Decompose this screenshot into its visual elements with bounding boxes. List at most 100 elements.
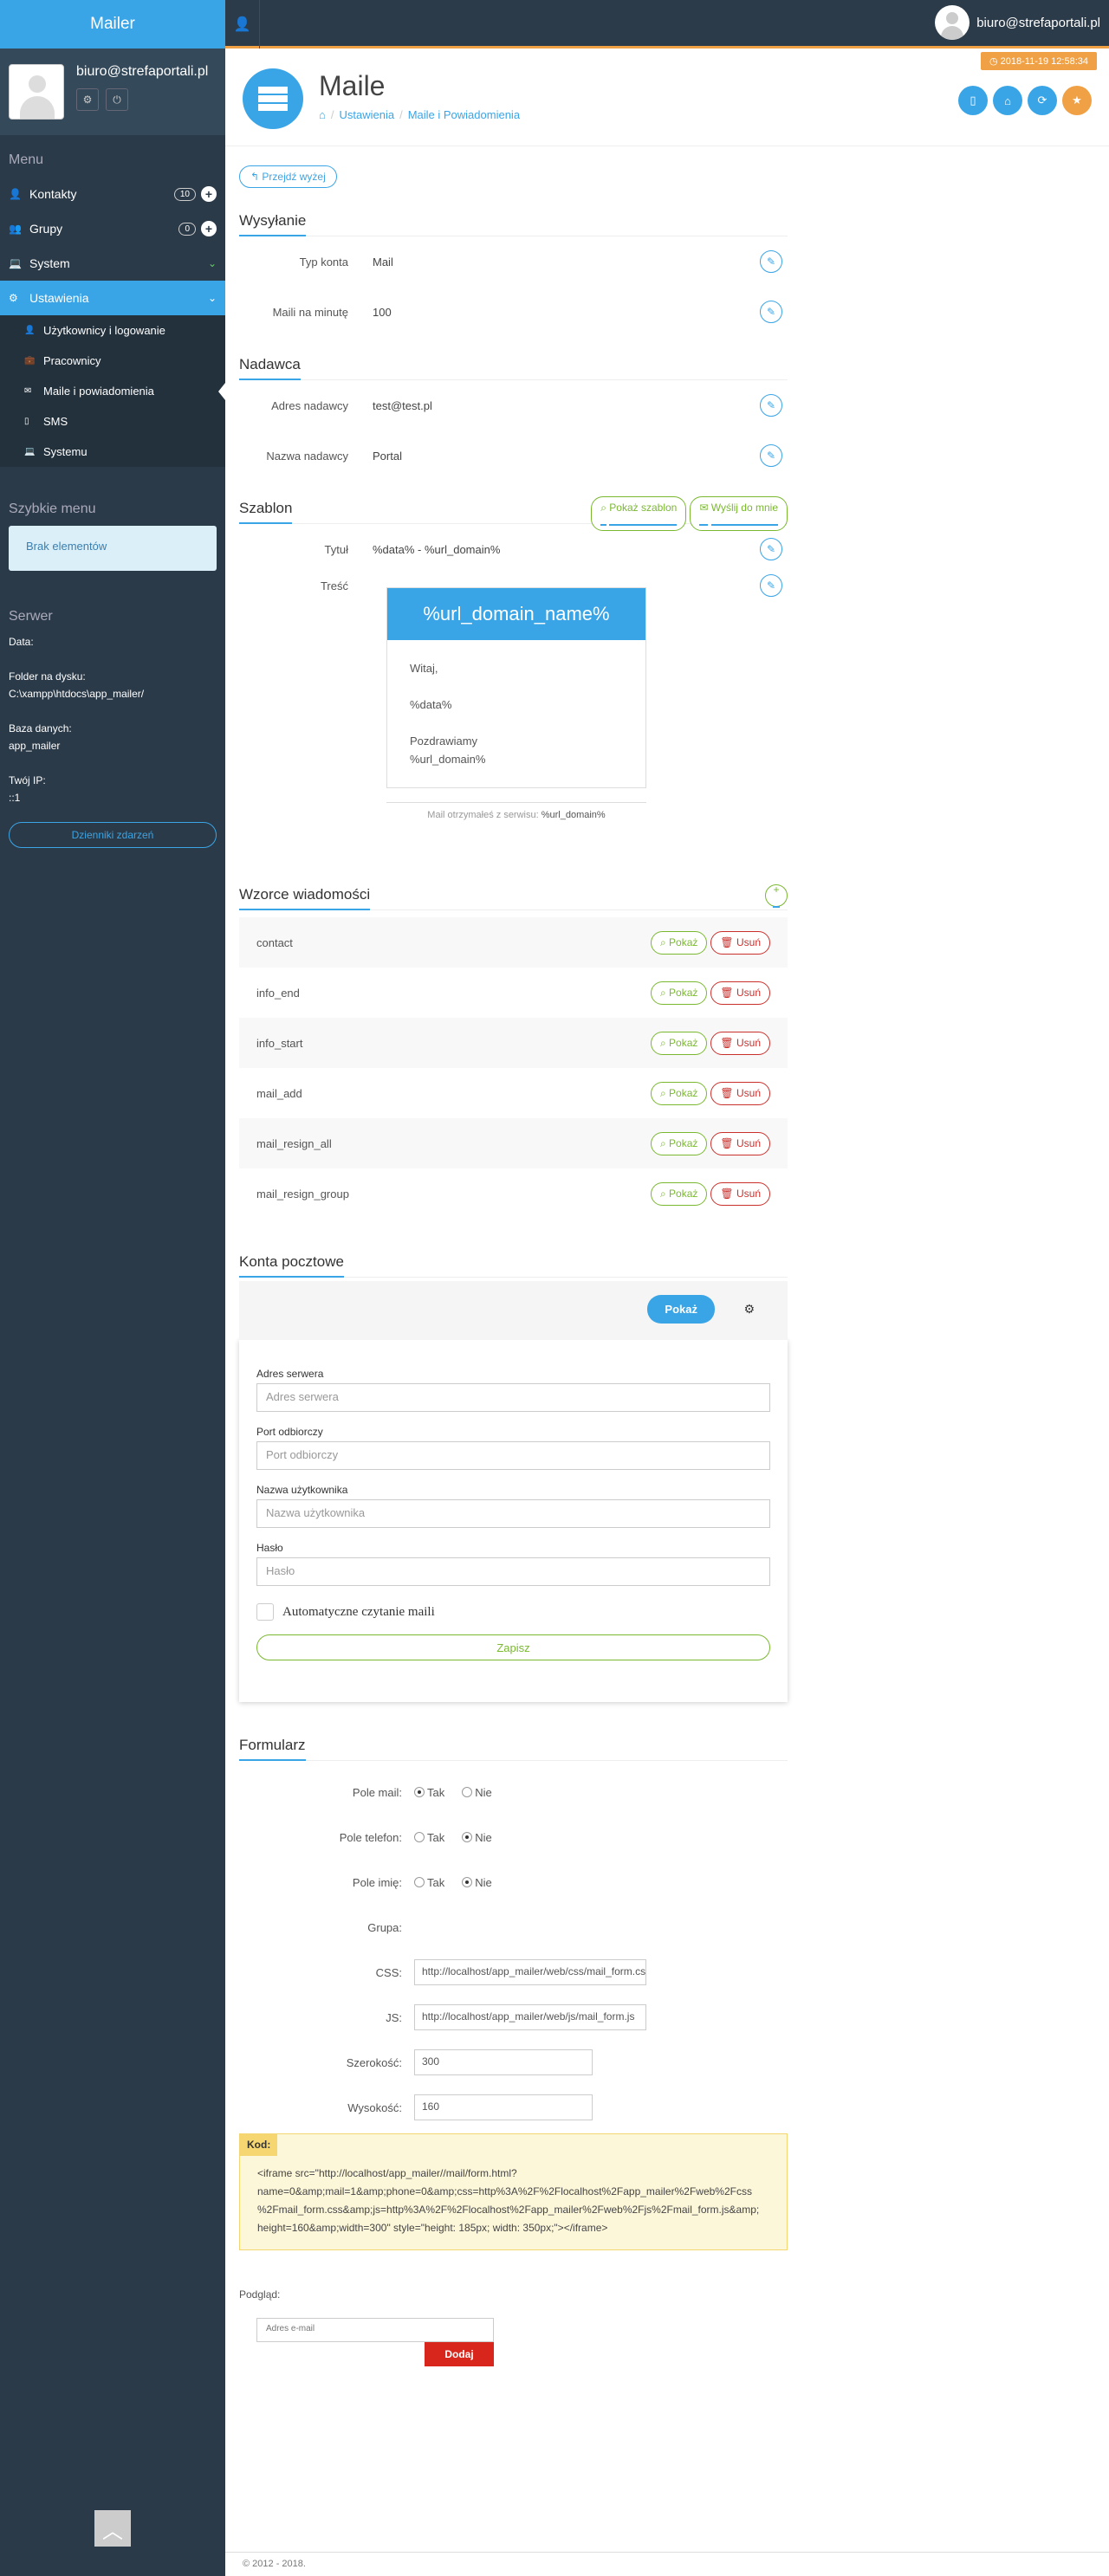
show-pattern-button[interactable]: ⌕ Pokaż <box>650 1032 708 1055</box>
height-input[interactable]: 160 <box>414 2094 593 2120</box>
section-title: Formularz <box>239 1737 306 1761</box>
submenu-system[interactable]: 💻 Systemu <box>0 437 225 467</box>
power-icon: ⏻ <box>113 93 121 106</box>
event-logs-button[interactable]: Dzienniki zdarzeń <box>9 822 217 848</box>
preview-label: Podgląd: <box>239 2288 281 2301</box>
mail-yes-radio[interactable]: Tak <box>414 1786 444 1799</box>
settings-button[interactable]: ⚙ <box>76 88 99 111</box>
name-no-radio[interactable]: Nie <box>462 1876 492 1889</box>
submenu-mails[interactable]: ✉ Maile i powiadomienia <box>0 376 225 406</box>
preview-add-button[interactable]: Dodaj <box>425 2342 494 2366</box>
width-row: Szerokość: 300 <box>239 2040 788 2085</box>
back-button[interactable]: ↰ Przejdź wyżej <box>239 165 337 188</box>
user-menu-button[interactable]: 👤 <box>225 0 260 49</box>
mobile-button[interactable]: ▯ <box>958 86 988 115</box>
field-label: Maili na minutę <box>272 305 348 319</box>
mail-no-radio[interactable]: Nie <box>462 1786 492 1799</box>
show-accounts-button[interactable]: Pokaż <box>647 1295 715 1324</box>
subject-row: Tytuł %data% - %url_domain% ✎ <box>239 524 788 574</box>
submenu-employees[interactable]: 💼 Pracownicy <box>0 346 225 376</box>
phone-yes-radio[interactable]: Tak <box>414 1831 444 1844</box>
sidebar-item-groups[interactable]: 👥 Grupy 0 + <box>0 211 225 246</box>
show-pattern-button[interactable]: ⌕ Pokaż <box>650 1182 708 1206</box>
sidebar-item-contacts[interactable]: 👤 Kontakty 10 + <box>0 177 225 211</box>
preview-form: Adres e-mail Dodaj <box>256 2318 788 2366</box>
breadcrumb-item[interactable]: Ustawienia <box>339 108 394 121</box>
datetime-badge: ◷ 2018-11-19 12:58:34 <box>981 52 1097 70</box>
envelope-icon: ✉ <box>24 386 32 396</box>
section-title: Nadawca <box>239 356 301 380</box>
edit-button[interactable]: ✎ <box>760 301 782 323</box>
scroll-top-button[interactable]: ︿ <box>94 2510 131 2547</box>
css-input[interactable]: http://localhost/app_mailer/web/css/mail… <box>414 1959 646 1985</box>
reply-icon: ↰ <box>250 171 260 183</box>
server-address-input[interactable]: Adres serwera <box>256 1383 770 1412</box>
chevron-up-icon: ︿ <box>102 2519 123 2543</box>
embed-code[interactable]: <iframe src="http://localhost/app_mailer… <box>240 2165 787 2237</box>
edit-button[interactable]: ✎ <box>760 394 782 417</box>
pencil-icon: ✎ <box>766 399 776 411</box>
delete-pattern-button[interactable]: 🗑 Usuń <box>710 1132 770 1155</box>
edit-button[interactable]: ✎ <box>760 538 782 560</box>
breadcrumb-item[interactable]: Maile i Powiadomienia <box>408 108 520 121</box>
brand[interactable]: Mailer <box>0 0 225 49</box>
show-pattern-button[interactable]: ⌕ Pokaż <box>650 1132 708 1155</box>
add-group-button[interactable]: + <box>201 221 217 236</box>
star-button[interactable]: ★ <box>1062 86 1092 115</box>
auto-read-checkbox[interactable]: Automatyczne czytanie maili <box>256 1603 770 1621</box>
list-item: contact ⌕ Pokaż 🗑 Usuń <box>239 917 788 968</box>
template-header: %url_domain_name% <box>387 588 645 640</box>
delete-pattern-button[interactable]: 🗑 Usuń <box>710 981 770 1005</box>
add-contact-button[interactable]: + <box>201 186 217 202</box>
laptop-icon: 💻 <box>9 257 22 269</box>
show-pattern-button[interactable]: ⌕ Pokaż <box>650 1082 708 1105</box>
field-value: Mail <box>373 255 393 269</box>
edit-button[interactable]: ✎ <box>760 250 782 273</box>
show-pattern-button[interactable]: ⌕ Pokaż <box>650 931 708 955</box>
refresh-button[interactable]: ⟳ <box>1028 86 1057 115</box>
sidebar-item-settings[interactable]: ⚙ Ustawienia ⌄ <box>0 281 225 315</box>
section-title: Wysyłanie <box>239 212 307 236</box>
name-yes-radio[interactable]: Tak <box>414 1876 444 1889</box>
username-input[interactable]: Nazwa użytkownika <box>256 1499 770 1528</box>
sidebar-item-system[interactable]: 💻 System ⌄ <box>0 246 225 281</box>
phone-no-radio[interactable]: Nie <box>462 1831 492 1844</box>
edit-button[interactable]: ✎ <box>760 574 782 597</box>
submenu-sms[interactable]: ▯ SMS <box>0 406 225 437</box>
mail-accounts-section: Konta pocztowe Pokaż ⚙ Adres serwera Adr… <box>239 1253 788 1702</box>
home-button[interactable]: ⌂ <box>993 86 1022 115</box>
preview-email-input[interactable]: Adres e-mail <box>256 2318 494 2342</box>
field-value: Portal <box>373 449 402 463</box>
password-input[interactable]: Hasło <box>256 1557 770 1586</box>
edit-button[interactable]: ✎ <box>760 444 782 467</box>
show-pattern-button[interactable]: ⌕ Pokaż <box>650 981 708 1005</box>
user-email: biuro@strefaportali.pl <box>976 15 1100 30</box>
briefcase-icon: 💼 <box>24 356 36 366</box>
js-row: JS: http://localhost/app_mailer/web/js/m… <box>239 1995 788 2040</box>
logout-button[interactable]: ⏻ <box>106 88 128 111</box>
server-folder-value: C:\xampp\htdocs\app_mailer/ <box>9 688 145 700</box>
delete-pattern-button[interactable]: 🗑 Usuń <box>710 1032 770 1055</box>
delete-pattern-button[interactable]: 🗑 Usuń <box>710 931 770 955</box>
gear-icon[interactable]: ⚙ <box>743 1302 755 1317</box>
add-pattern-button[interactable]: + <box>765 883 788 908</box>
delete-pattern-button[interactable]: 🗑 Usuń <box>710 1082 770 1105</box>
field-label: Adres serwera <box>256 1368 324 1380</box>
home-icon[interactable]: ⌂ <box>319 108 326 121</box>
sending-section: Wysyłanie Typ konta Mail ✎ Maili na minu… <box>239 212 788 337</box>
sidebar: Mailer biuro@strefaportali.pl ⚙ ⏻ Menu 👤… <box>0 0 225 2576</box>
template-body: Witaj, %data% Pozdrawiamy %url_domain% <box>410 662 486 766</box>
width-input[interactable]: 300 <box>414 2049 593 2075</box>
sidebar-item-label: Kontakty <box>29 187 77 201</box>
field-label: Adres nadawcy <box>271 398 348 412</box>
avatar <box>935 5 970 40</box>
user-profile[interactable]: biuro@strefaportali.pl <box>935 5 1100 40</box>
server-info: Data: Folder na dysku: C:\xampp\htdocs\a… <box>0 633 225 806</box>
field-label: Port odbiorczy <box>256 1426 323 1438</box>
delete-pattern-button[interactable]: 🗑 Usuń <box>710 1182 770 1206</box>
save-button[interactable]: Zapisz <box>256 1634 770 1660</box>
port-input[interactable]: Port odbiorczy <box>256 1441 770 1470</box>
pencil-icon: ✎ <box>766 450 776 462</box>
js-input[interactable]: http://localhost/app_mailer/web/js/mail_… <box>414 2004 646 2030</box>
submenu-users-login[interactable]: 👤 Użytkownicy i logowanie <box>0 315 225 346</box>
